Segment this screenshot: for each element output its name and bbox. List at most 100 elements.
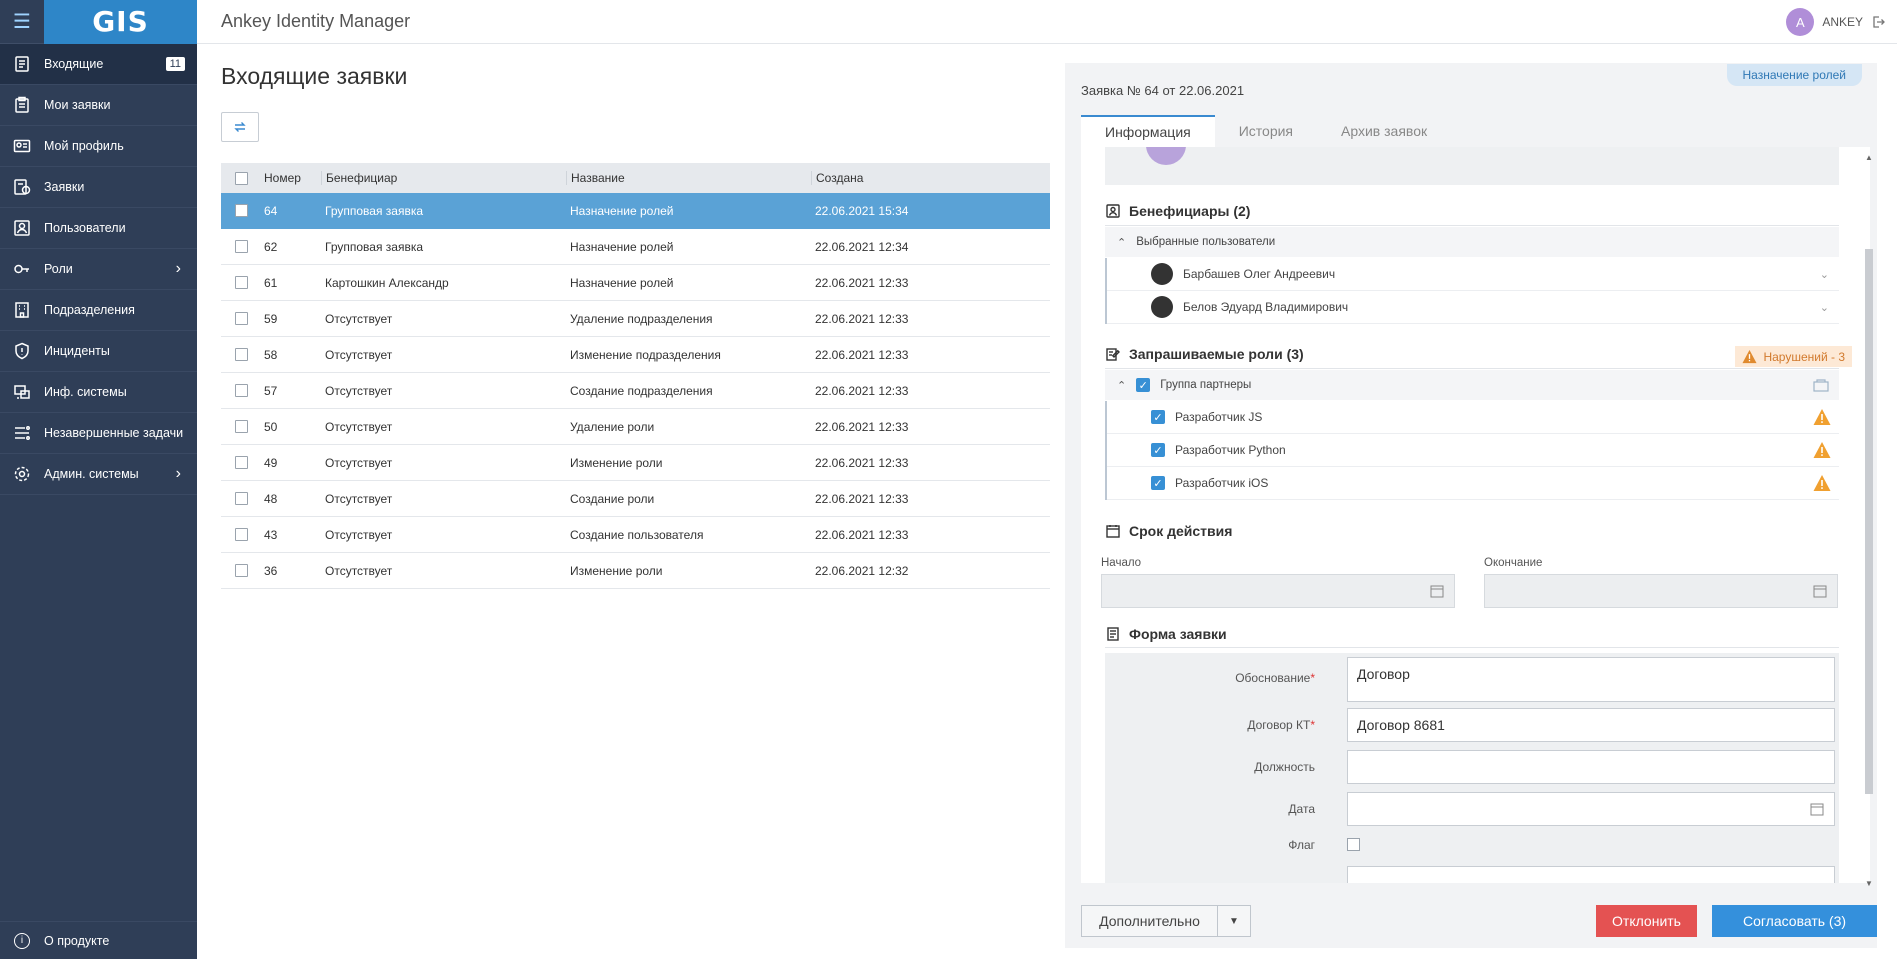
logo[interactable]: GIS: [44, 0, 197, 44]
user-menu[interactable]: A ANKEY: [1786, 8, 1885, 36]
table-row[interactable]: 61 Картошкин Александр Назначение ролей …: [221, 265, 1050, 301]
sidebar-item-inbox[interactable]: Входящие 11: [0, 44, 197, 85]
tab-archive[interactable]: Архив заявок: [1317, 115, 1451, 147]
row-checkbox[interactable]: [234, 240, 248, 253]
table-row[interactable]: 49 Отсутствует Изменение роли 22.06.2021…: [221, 445, 1050, 481]
calendar-icon[interactable]: [1810, 802, 1824, 816]
column-beneficiary[interactable]: Бенефициар: [321, 171, 566, 185]
row-checkbox[interactable]: [234, 204, 248, 217]
row-checkbox[interactable]: [234, 312, 248, 325]
group-checkbox[interactable]: ✓: [1136, 378, 1151, 392]
scroll-up-icon[interactable]: ▲: [1865, 153, 1873, 162]
sidebar-item-requests[interactable]: Заявки: [0, 167, 197, 208]
table-row[interactable]: 48 Отсутствует Создание роли 22.06.2021 …: [221, 481, 1050, 517]
hamburger-menu-icon[interactable]: ☰: [0, 0, 44, 44]
detail-scrollbar[interactable]: ▲ ▼: [1865, 153, 1873, 888]
row-checkbox[interactable]: [234, 348, 248, 361]
sidebar-item-about[interactable]: i О продукте: [0, 921, 197, 959]
role-checkbox[interactable]: ✓: [1151, 443, 1165, 457]
logout-icon[interactable]: [1871, 15, 1885, 29]
column-created[interactable]: Создана: [811, 171, 1050, 185]
flag-checkbox[interactable]: [1347, 838, 1360, 851]
cell-beneficiary: Групповая заявка: [325, 239, 424, 254]
sidebar-item-my-requests[interactable]: Мои заявки: [0, 85, 197, 126]
list-item[interactable]: Барбашев Олег Андреевич ⌄: [1107, 258, 1839, 291]
sidebar-item-info-systems[interactable]: Инф. системы: [0, 372, 197, 413]
form-row-date: Дата: [1105, 792, 1839, 826]
scroll-down-icon[interactable]: ▼: [1865, 879, 1873, 888]
list-item[interactable]: ✓ Разработчик iOS: [1107, 467, 1839, 500]
chevron-down-icon[interactable]: ⌄: [1820, 268, 1829, 281]
tab-information[interactable]: Информация: [1081, 115, 1215, 147]
table-row[interactable]: 57 Отсутствует Создание подразделения 22…: [221, 373, 1050, 409]
row-checkbox[interactable]: [234, 384, 248, 397]
caret-down-icon[interactable]: ▼: [1218, 906, 1250, 936]
cell-number: 64: [264, 203, 278, 218]
selected-users-group[interactable]: ⌃ Выбранные пользователи: [1105, 227, 1839, 257]
column-number[interactable]: Номер: [261, 171, 321, 185]
column-name[interactable]: Название: [566, 171, 811, 185]
approve-button[interactable]: Согласовать (3): [1712, 905, 1877, 937]
row-checkbox[interactable]: [234, 528, 248, 541]
contract-input[interactable]: Договор 8681: [1347, 708, 1835, 742]
row-checkbox[interactable]: [234, 456, 248, 469]
row-checkbox[interactable]: [234, 420, 248, 433]
table-row[interactable]: 62 Групповая заявка Назначение ролей 22.…: [221, 229, 1050, 265]
table-row[interactable]: 43 Отсутствует Создание пользователя 22.…: [221, 517, 1050, 553]
table-row[interactable]: 59 Отсутствует Удаление подразделения 22…: [221, 301, 1050, 337]
cell-beneficiary: Картошкин Александр: [325, 275, 449, 290]
tab-history[interactable]: История: [1215, 115, 1317, 147]
reason-textarea[interactable]: Договор: [1347, 657, 1835, 702]
username[interactable]: ANKEY: [1822, 15, 1863, 29]
sidebar-item-admin-systems[interactable]: Админ. системы ›: [0, 454, 197, 495]
scroll-thumb[interactable]: [1865, 249, 1873, 794]
chevron-up-icon[interactable]: ⌃: [1117, 236, 1126, 249]
violations-badge[interactable]: Нарушений - 3: [1735, 346, 1852, 367]
date-input[interactable]: [1347, 792, 1835, 826]
more-actions-button[interactable]: Дополнительно ▼: [1081, 905, 1251, 937]
row-checkbox[interactable]: [234, 564, 248, 577]
table-row[interactable]: 58 Отсутствует Изменение подразделения 2…: [221, 337, 1050, 373]
sidebar-item-pending-tasks[interactable]: Незавершенные задачи: [0, 413, 197, 454]
cell-name: Создание роли: [570, 491, 655, 506]
sidebar-item-incidents[interactable]: Инциденты: [0, 331, 197, 372]
sidebar-item-departments[interactable]: Подразделения: [0, 290, 197, 331]
next-field-input[interactable]: [1347, 866, 1835, 883]
end-date-field[interactable]: [1484, 574, 1838, 608]
table-row[interactable]: 50 Отсутствует Удаление роли 22.06.2021 …: [221, 409, 1050, 445]
start-date-field[interactable]: [1101, 574, 1455, 608]
list-item[interactable]: ✓ Разработчик JS: [1107, 401, 1839, 434]
form-row-reason: Обоснование* Договор: [1105, 653, 1839, 703]
row-checkbox[interactable]: [234, 276, 248, 289]
cell-name: Назначение ролей: [570, 203, 674, 218]
role-group-partners[interactable]: ⌃ ✓ Группа партнеры: [1105, 370, 1839, 400]
role-checkbox[interactable]: ✓: [1151, 476, 1165, 490]
avatar[interactable]: A: [1786, 8, 1815, 36]
calendar-icon[interactable]: [1813, 584, 1827, 598]
chevron-down-icon[interactable]: ⌄: [1820, 301, 1829, 314]
list-item[interactable]: Белов Эдуард Владимирович ⌄: [1107, 291, 1839, 324]
sidebar-item-users[interactable]: Пользователи: [0, 208, 197, 249]
role-checkbox[interactable]: ✓: [1151, 410, 1165, 424]
row-checkbox[interactable]: [234, 492, 248, 505]
sidebar-item-my-profile[interactable]: Мой профиль: [0, 126, 197, 167]
sidebar-item-roles[interactable]: Роли ›: [0, 249, 197, 290]
calendar-icon[interactable]: [1430, 584, 1444, 598]
flag-label: Флаг: [1288, 838, 1315, 852]
warning-icon[interactable]: [1813, 441, 1831, 459]
table-row[interactable]: 64 Групповая заявка Назначение ролей 22.…: [221, 193, 1050, 229]
contract-label: Договор КТ: [1247, 718, 1311, 732]
edit-list-icon: [1106, 348, 1120, 361]
warning-icon[interactable]: [1813, 474, 1831, 492]
warning-icon[interactable]: [1813, 408, 1831, 426]
position-input[interactable]: [1347, 750, 1835, 784]
table-row[interactable]: 36 Отсутствует Изменение роли 22.06.2021…: [221, 553, 1050, 589]
select-all-checkbox[interactable]: [234, 171, 248, 185]
field-label: Договор КТ*: [1105, 718, 1327, 732]
list-item[interactable]: ✓ Разработчик Python: [1107, 434, 1839, 467]
reject-button[interactable]: Отклонить: [1596, 905, 1697, 937]
more-button-label[interactable]: Дополнительно: [1082, 906, 1218, 936]
refresh-button[interactable]: [221, 112, 259, 142]
request-title: Заявка № 64 от 22.06.2021: [1081, 83, 1245, 98]
chevron-up-icon[interactable]: ⌃: [1117, 379, 1126, 392]
